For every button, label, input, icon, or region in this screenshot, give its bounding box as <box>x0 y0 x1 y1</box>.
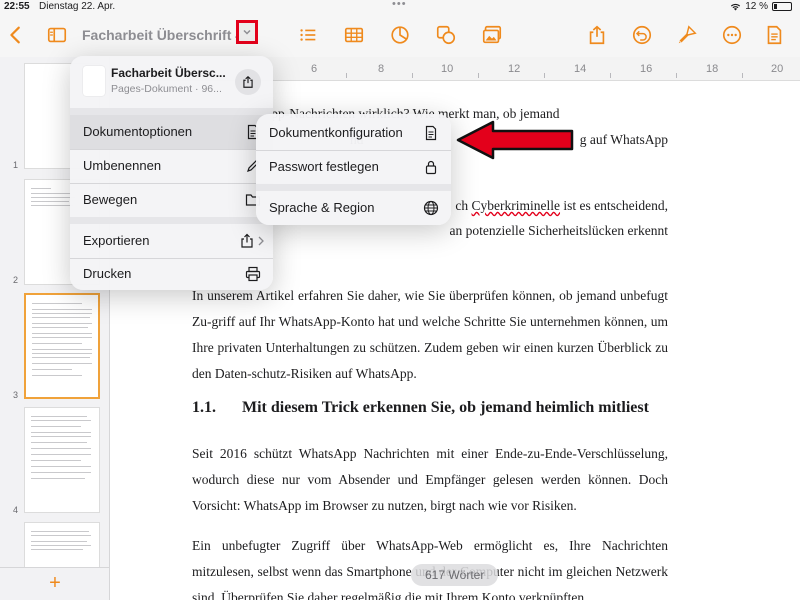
ruler-number: 8 <box>378 63 385 75</box>
title-chevron-down-icon[interactable] <box>236 20 258 44</box>
menu-item-label: Dokumentkonfiguration <box>269 125 403 140</box>
page-number: 4 <box>13 505 19 515</box>
menu-item-label: Sprache & Region <box>269 200 375 215</box>
menu-item-label: Drucken <box>83 266 132 281</box>
chevron-right-icon <box>258 236 264 246</box>
ruler-tick <box>346 73 347 78</box>
shape-icon[interactable] <box>434 23 458 47</box>
sidebar-icon[interactable] <box>45 23 69 47</box>
document-icon <box>425 125 437 141</box>
more-icon[interactable] <box>720 23 744 47</box>
heading-text: Mit diesem Trick erkennen Sie, ob jemand… <box>242 399 649 416</box>
chart-icon[interactable] <box>388 23 412 47</box>
document-thumbnail <box>83 66 105 96</box>
menu-item-label: Umbenennen <box>83 158 162 173</box>
document-title[interactable]: Facharbeit Überschrift 4 <box>82 27 243 43</box>
page-number: 1 <box>13 160 19 170</box>
paragraph: In unserem Artikel erfahren Sie daher, w… <box>192 288 668 381</box>
back-chevron-icon[interactable] <box>4 23 28 47</box>
body-text-fragment: leiben und zu wissen, wie man potenziell… <box>450 223 668 238</box>
status-time: 22:55 <box>4 1 30 12</box>
battery-percent: 12 % <box>745 1 768 12</box>
ruler-number: 12 <box>508 63 521 75</box>
ruler-tick <box>742 73 743 78</box>
ruler-number: 18 <box>706 63 719 75</box>
ruler-number: 20 <box>771 63 784 75</box>
page-thumbnail-4[interactable] <box>24 407 100 513</box>
page-thumbnail-3[interactable] <box>24 293 100 399</box>
list-icon[interactable] <box>296 23 320 47</box>
menu-item-print[interactable]: Drucken <box>70 257 273 290</box>
wifi-icon <box>731 3 741 11</box>
menu-item-rename[interactable]: Umbenennen <box>70 149 273 183</box>
menu-item-label: Passwort festlegen <box>269 159 379 174</box>
lock-icon <box>425 160 437 175</box>
toolbar: Facharbeit Überschrift 4 <box>0 15 800 57</box>
table-icon[interactable] <box>342 23 366 47</box>
menu-item-label: Bewegen <box>83 192 138 207</box>
printer-icon <box>245 266 261 282</box>
ruler-number: 14 <box>574 63 587 75</box>
annotation-arrow-icon <box>456 120 574 160</box>
menu-item-language-region[interactable]: Sprache & Region <box>256 191 451 225</box>
body-text-line: leiben und zu wissen, wie man potenziell… <box>450 218 668 244</box>
menu-separator <box>70 108 273 115</box>
ruler-number: 16 <box>640 63 653 75</box>
share-icon[interactable] <box>585 23 609 47</box>
menu-item-move[interactable]: Bewegen <box>70 183 273 217</box>
page-number: 2 <box>13 275 19 285</box>
section-heading: 1.1. Mit diesem Trick erkennen Sie, ob je… <box>192 399 649 417</box>
document-options-submenu: Dokumentkonfiguration Passwort festlegen… <box>256 114 451 225</box>
multitasking-dots-icon[interactable]: ••• <box>392 0 407 10</box>
share-button[interactable] <box>235 69 261 95</box>
ruler-number: 6 <box>311 63 318 75</box>
document-menu: Facharbeit Übersc... Pages-Dokument · 96… <box>70 56 273 290</box>
status-right: 12 % <box>730 1 792 12</box>
ruler-tick <box>544 73 545 78</box>
menu-document-header: Facharbeit Übersc... Pages-Dokument · 96… <box>70 56 273 108</box>
document-icon[interactable] <box>762 23 786 47</box>
ruler-tick <box>478 73 479 78</box>
ruler-tick <box>412 73 413 78</box>
ruler-tick <box>610 73 611 78</box>
menu-separator <box>256 184 451 191</box>
heading-number: 1.1. <box>192 399 216 416</box>
body-text-fragment: ist es entscheidend, <box>560 198 668 213</box>
media-icon[interactable] <box>480 23 504 47</box>
body-text-fragment: ch <box>455 198 472 213</box>
menu-document-name: Facharbeit Übersc... <box>111 66 226 80</box>
globe-icon <box>423 200 439 216</box>
export-icon <box>241 233 253 248</box>
battery-icon <box>772 2 792 11</box>
share-icon <box>243 75 253 88</box>
status-bar: 22:55 Dienstag 22. Apr. ••• 12 % <box>0 0 800 15</box>
paragraph: Seit 2016 schützt WhatsApp Nachrichten m… <box>192 446 668 513</box>
menu-separator <box>70 217 273 224</box>
menu-item-document-options[interactable]: Dokumentoptionen <box>70 115 273 149</box>
menu-document-type: Pages-Dokument · 96... <box>111 83 222 95</box>
status-date: Dienstag 22. Apr. <box>39 1 116 12</box>
ruler-tick <box>676 73 677 78</box>
menu-item-label: Exportieren <box>83 233 150 248</box>
body-text-line: ch Cyberkriminelle ist es entscheidend, <box>452 193 668 219</box>
undo-icon[interactable] <box>630 23 654 47</box>
page-number: 3 <box>13 390 19 400</box>
menu-item-document-configuration[interactable]: Dokumentkonfiguration <box>256 116 451 150</box>
menu-item-export[interactable]: Exportieren <box>70 224 273 258</box>
menu-item-set-password[interactable]: Passwort festlegen <box>256 150 451 184</box>
menu-item-label: Dokumentoptionen <box>83 124 193 139</box>
format-brush-icon[interactable] <box>675 23 699 47</box>
ruler-number: 10 <box>441 63 454 75</box>
add-page-button[interactable]: + <box>0 567 109 600</box>
word-count-badge[interactable]: 617 Wörter <box>411 564 499 586</box>
spellcheck-word[interactable]: Cyberkriminelle <box>472 198 560 213</box>
